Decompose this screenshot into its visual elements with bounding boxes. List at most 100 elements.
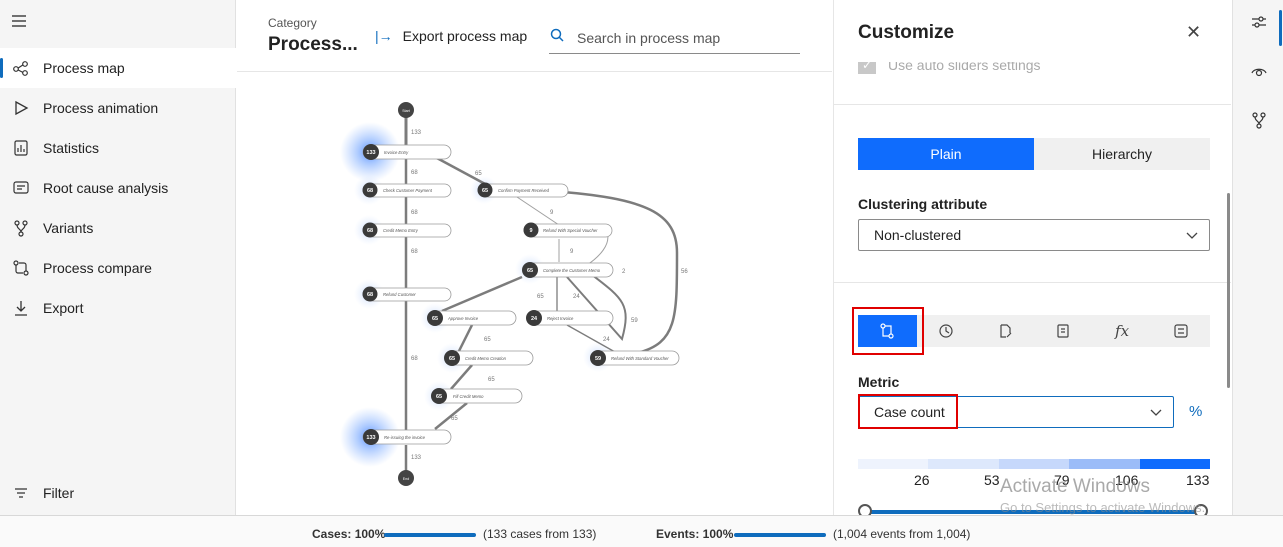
panel-divider [834,282,1231,283]
svg-text:Credit Memo Creation: Credit Memo Creation [465,356,507,361]
svg-text:Confirm Payment Received: Confirm Payment Received [498,188,550,193]
edge-label: 56 [681,269,688,275]
process-map-graph[interactable]: 133 68 65 68 9 68 9 2 56 65 24 59 65 24 … [237,73,832,515]
clock-icon[interactable] [917,315,976,347]
document-edit-icon[interactable] [975,315,1034,347]
export-process-map-button[interactable]: |→ Export process map [375,28,527,44]
edge-label: 9 [570,249,574,255]
svg-text:Credit Memo Entry: Credit Memo Entry [383,228,419,233]
edge-label: 2 [622,269,626,275]
edge-label: 133 [411,130,422,136]
edge-label: 68 [411,356,418,362]
sidebar-item-root-cause-analysis[interactable]: Root cause analysis [0,168,236,208]
filter-label: Filter [43,485,75,501]
scale-segment [998,459,1070,469]
svg-text:65: 65 [436,394,442,400]
process-node[interactable]: 24 Reject Invoice [526,310,614,326]
hierarchy-mode-button[interactable]: Hierarchy [1034,138,1210,170]
process-node[interactable]: 68 Check Customer Payment [362,182,452,198]
rail-active-indicator [1279,10,1282,46]
svg-text:68: 68 [367,228,373,234]
edge-label: 65 [537,294,544,300]
close-icon[interactable]: ✕ [1186,22,1201,43]
chevron-down-icon [1185,228,1199,245]
process-node[interactable]: 65 Credit Memo Creation [444,350,534,366]
right-rail [1232,0,1283,515]
root-cause-icon [12,179,30,197]
search-box[interactable] [549,22,800,54]
customize-panel: Customize ✕ ✓ Use auto sliders settings … [833,0,1231,515]
process-node[interactable]: 65 Approve Invoice [427,310,517,326]
edge-label: 59 [631,318,638,324]
report-icon[interactable] [1034,315,1093,347]
scale-value: 53 [984,472,1000,488]
svg-text:Invoice Entry: Invoice Entry [384,150,409,155]
filter-button[interactable]: Filter [12,484,74,502]
process-map-canvas[interactable]: 133 68 65 68 9 68 9 2 56 65 24 59 65 24 … [237,73,832,515]
customize-rail-button[interactable] [1233,4,1283,46]
svg-text:Check Customer Payment: Check Customer Payment [383,188,433,193]
scale-segment [1069,459,1140,469]
edge-label: 24 [573,294,580,300]
edge-label: 65 [451,416,458,422]
edge-label: 65 [488,377,495,383]
scale-segment [928,459,999,469]
panel-divider [834,104,1231,105]
sidebar-item-statistics[interactable]: Statistics [0,128,236,168]
sidebar-item-process-map[interactable]: Process map [0,48,236,88]
auto-sliders-checkbox[interactable]: ✓ Use auto sliders settings [858,57,1041,74]
edge-label: 65 [475,171,482,177]
category-value[interactable]: Process... [268,34,358,56]
filter-icon [12,484,30,502]
sidebar-item-process-compare[interactable]: Process compare [0,248,236,288]
eye-icon [1250,62,1268,85]
visibility-rail-button[interactable] [1233,53,1283,93]
search-input[interactable] [577,29,777,46]
svg-text:133: 133 [366,435,375,441]
process-node[interactable]: 65 Confirm Payment Received [477,182,569,198]
customize-title: Customize [858,22,955,43]
variants-icon [12,219,30,237]
function-icon[interactable]: fx [1093,315,1152,347]
percent-toggle[interactable]: % [1189,403,1202,420]
process-node[interactable]: 9 Refund With Special Voucher [523,222,613,238]
plain-mode-button[interactable]: Plain [858,138,1034,170]
svg-text:65: 65 [482,188,488,194]
map-header: Category Process... |→ Export process ma… [237,0,832,72]
panel-scrollbar[interactable] [1227,193,1230,388]
edge-label: 24 [603,337,610,343]
clustering-attribute-dropdown[interactable]: Non-clustered [858,219,1210,251]
edge-label: 68 [411,210,418,216]
end-label: End [403,477,409,481]
sidebar-item-variants[interactable]: Variants [0,208,236,248]
metric-label: Metric [858,374,900,390]
auto-sliders-label: Use auto sliders settings [888,57,1041,73]
sidebar-item-label: Process animation [43,100,159,116]
svg-text:59: 59 [595,356,601,362]
sidebar-item-process-animation[interactable]: Process animation [0,88,236,128]
svg-text:Reject Invoice: Reject Invoice [547,316,574,321]
sidebar-nav: Process map Process animation Statistics… [0,48,236,328]
status-bar: Cases: 100% (133 cases from 133) Events:… [0,515,1283,547]
events-label: Events: 100% [656,527,734,541]
sidebar-item-label: Root cause analysis [43,180,169,196]
clustering-value: Non-clustered [874,227,962,243]
process-node[interactable]: 59 Refund With Standard Voucher [590,350,680,366]
edge-label: 9 [550,210,554,216]
sidebar-item-export[interactable]: Export [0,288,236,328]
range-slider-min-handle[interactable] [858,504,872,515]
process-node[interactable]: 133 Re-issuing the invoice [362,429,452,445]
process-node[interactable]: 68 Refund Customer [362,286,452,302]
scale-segment [858,459,929,469]
svg-text:65: 65 [432,316,438,322]
variants-rail-button[interactable] [1233,102,1283,142]
process-node[interactable]: 65 Fill Credit Memo [431,388,523,404]
process-node[interactable]: 65 Complete the Customer Memo [522,262,614,278]
hamburger-menu-icon[interactable] [10,12,28,30]
process-node[interactable]: 133 Invoice Entry [362,144,452,160]
color-scale [858,459,1211,469]
checklist-icon[interactable] [1151,315,1210,347]
svg-text:Complete the Customer Memo: Complete the Customer Memo [543,268,601,273]
export-label: Export process map [402,28,528,44]
process-node[interactable]: 68 Credit Memo Entry [362,222,452,238]
